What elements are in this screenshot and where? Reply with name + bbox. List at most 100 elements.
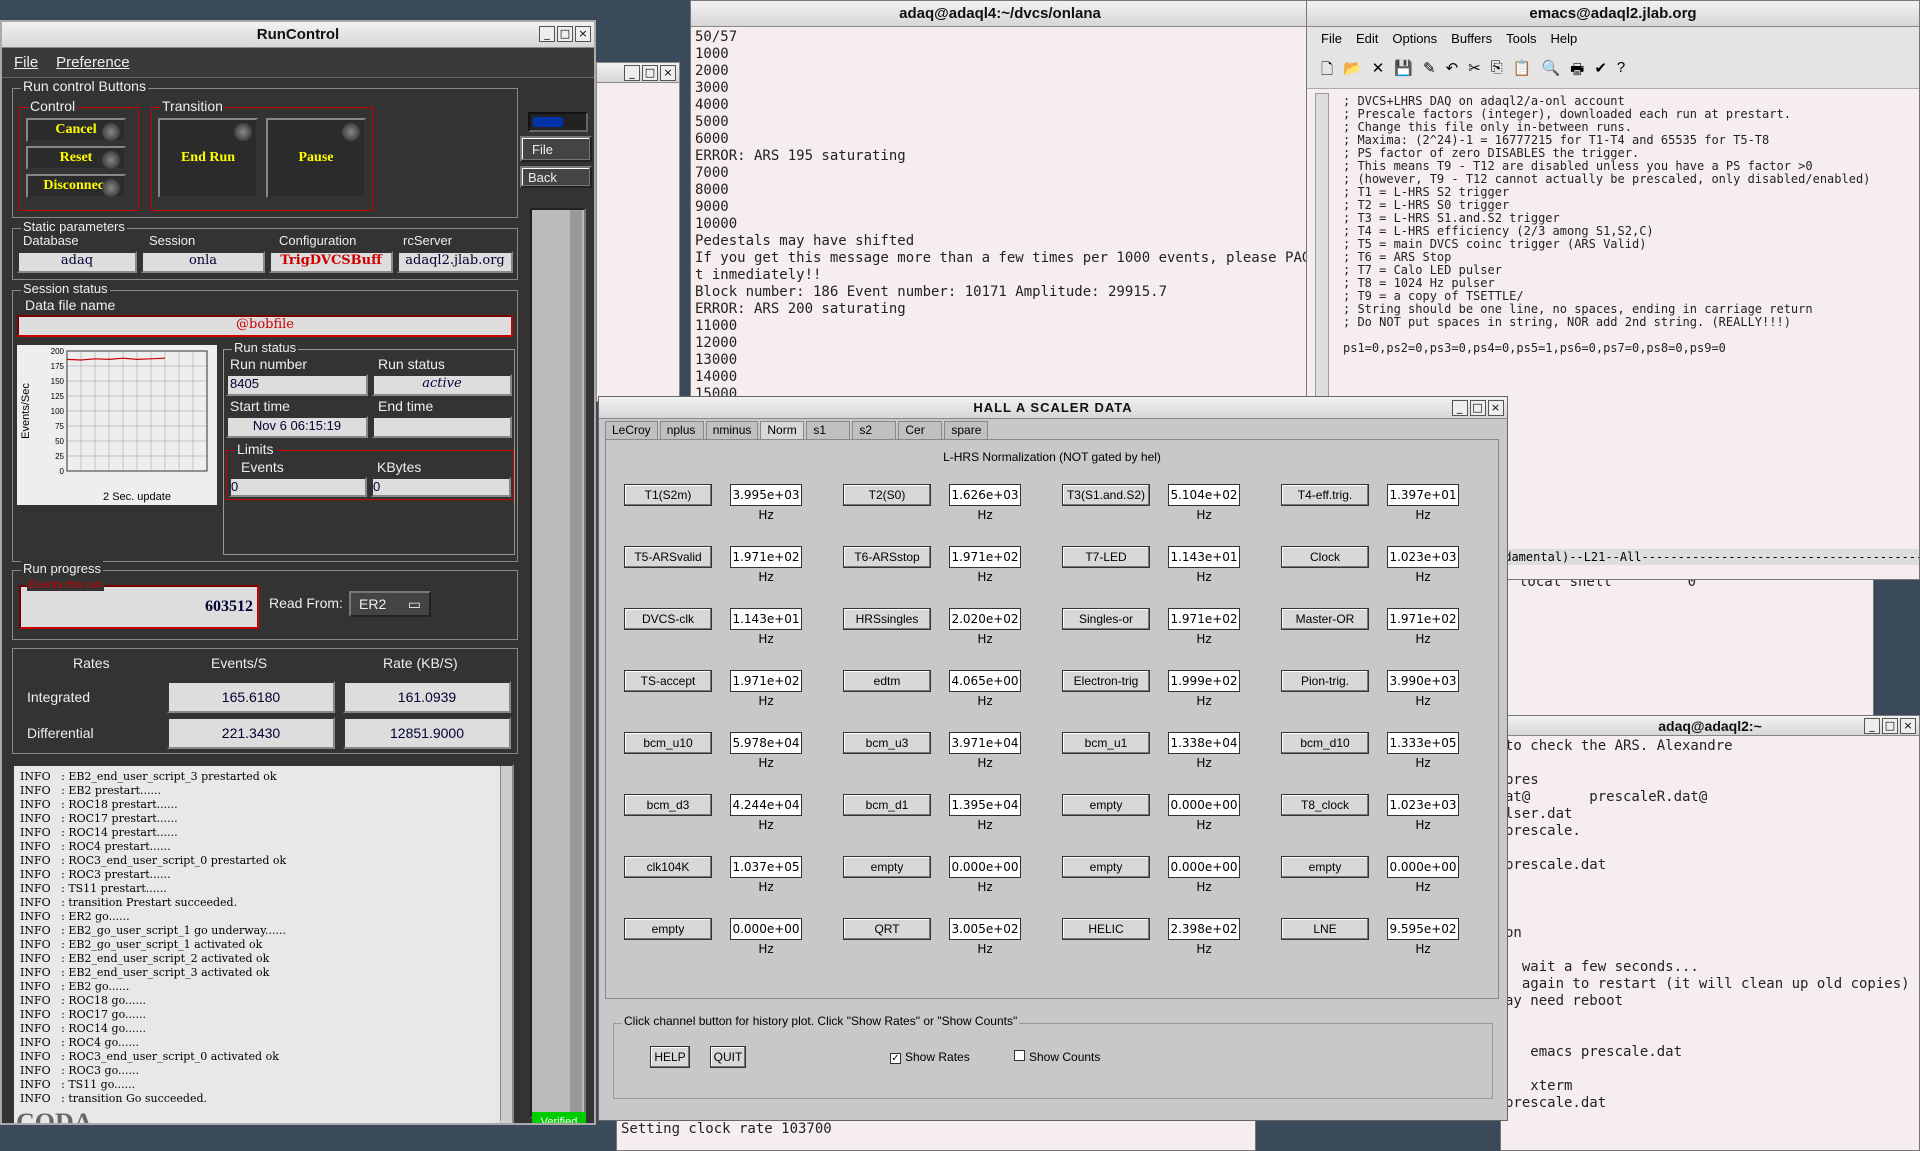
tab-nplus[interactable]: nplus [659,421,704,439]
channel-button[interactable]: empty [1281,856,1369,878]
minimize-icon[interactable]: _ [1452,400,1468,416]
channel-button[interactable]: bcm_u10 [624,732,712,754]
preferences-icon[interactable]: ✔ [1594,59,1607,80]
tab-norm[interactable]: Norm [760,421,805,439]
tab-lecroy[interactable]: LeCroy [605,421,658,439]
terminal-onlana-window[interactable]: adaq@adaql4:~/dvcs/onlana 50/57 1000 2000 3… [690,0,1310,400]
channel-button[interactable]: clk104K [624,856,712,878]
close-icon[interactable]: × [1900,718,1916,734]
maximize-icon[interactable]: □ [1882,718,1898,734]
channel-button[interactable]: bcm_d10 [1281,732,1369,754]
log-scrollbar[interactable] [500,766,512,1123]
emacs-menu-options[interactable]: Options [1392,31,1437,47]
terminal-output[interactable]: 50/57 1000 2000 3000 4000 5000 6000 ERROR: ARS … [691,27,1309,399]
channel-button[interactable]: Electron-trig [1062,670,1150,692]
channel-button[interactable]: QRT [843,918,931,940]
help-button[interactable]: HELP [650,1046,690,1068]
cancel-button[interactable]: Cancel [26,118,126,142]
maximize-icon[interactable]: □ [1470,400,1486,416]
log-line: INFO : transition Prestart succeeded. [20,896,238,909]
channel-button[interactable]: empty [843,856,931,878]
channel-button[interactable]: T7-LED [1062,546,1150,568]
terminal-adaql2-window[interactable]: adaq@adaql2:~ _ □ × to check the ARS. Alexa… [1500,715,1920,1151]
maximize-icon[interactable]: □ [557,26,573,42]
channel-button[interactable]: HRSsingles [843,608,931,630]
kbytes-limit-input[interactable]: 0 [371,477,511,497]
side-scroll-area[interactable] [530,208,586,1118]
channel-button[interactable]: T2(S0) [843,484,931,506]
channel-button[interactable]: empty [1062,794,1150,816]
close-icon[interactable]: ✕ [1372,59,1385,80]
side-file-button[interactable]: File [520,136,592,162]
quit-button[interactable]: QUIT [710,1046,746,1068]
emacs-buffer[interactable]: ; DVCS+LHRS DAQ on adaql2/a-onl account;… [1339,93,1874,357]
close-icon[interactable]: × [575,26,591,42]
channel-button[interactable]: bcm_u3 [843,732,931,754]
emacs-menu-help[interactable]: Help [1550,31,1577,47]
lock-icon[interactable]: ⊓ [494,1116,506,1123]
emacs-menu-tools[interactable]: Tools [1506,31,1536,47]
events-limit-input[interactable]: 0 [229,477,367,497]
read-from-select[interactable]: ER2 ▭ [349,591,431,617]
search-icon[interactable]: 🔍 [1541,59,1560,80]
disconnect-button[interactable]: Disconnect [26,174,126,198]
tab-nminus[interactable]: nminus [705,421,759,439]
close-icon[interactable]: × [1488,400,1504,416]
channel-button[interactable]: LNE [1281,918,1369,940]
channel-button[interactable]: bcm_u1 [1062,732,1150,754]
reset-button[interactable]: Reset [26,146,126,170]
log-panel[interactable]: INFO : EB2_end_user_script_3 prestarted … [12,764,514,1123]
channel-button[interactable]: T4-eff.trig. [1281,484,1369,506]
channel-button[interactable]: Singles-or [1062,608,1150,630]
new-file-icon[interactable]: 🗋 [1321,59,1333,80]
minimize-icon[interactable]: _ [539,26,555,42]
scaler-window[interactable]: HALL A SCALER DATA _ □ × LeCroy nplus nminus N… [598,396,1508,1121]
print-icon[interactable]: 🖶 [1570,59,1584,80]
channel-button[interactable]: Pion-trig. [1281,670,1369,692]
open-icon[interactable]: 📂 [1343,59,1362,80]
channel-button[interactable]: empty [1062,856,1150,878]
terminal-output[interactable]: to check the ARS. Alexandre pres at@ pres… [1501,736,1919,1114]
channel-button[interactable]: Clock [1281,546,1369,568]
channel-button[interactable]: edtm [843,670,931,692]
channel-button[interactable]: Master-OR [1281,608,1369,630]
show-counts-checkbox[interactable]: Show Counts [1014,1050,1100,1064]
channel-button[interactable]: DVCS-clk [624,608,712,630]
tab-s1[interactable]: s1 [806,421,851,439]
channel-button[interactable]: T5-ARSvalid [624,546,712,568]
pause-button[interactable]: Pause [266,118,366,198]
tab-cer[interactable]: Cer [898,421,943,439]
runcontrol-window[interactable]: RunControl _ □ × File Preference Run control… [0,20,596,1125]
channel-button[interactable]: HELIC [1062,918,1150,940]
channel-button[interactable]: T1(S2m) [624,484,712,506]
tab-s2[interactable]: s2 [852,421,897,439]
paste-icon[interactable]: 📋 [1513,59,1532,80]
channel-button[interactable]: T8_clock [1281,794,1369,816]
channel-button[interactable]: T3(S1.and.S2) [1062,484,1150,506]
side-back-button[interactable]: Back [520,166,592,188]
copy-icon[interactable]: ⎘ [1491,59,1503,80]
save-as-icon[interactable]: ✎ [1423,59,1436,80]
bottom-terminal[interactable]: Setting clock rate 103700 [616,1118,1256,1151]
channel-button[interactable]: empty [624,918,712,940]
cut-icon[interactable]: ✂ [1468,59,1481,80]
tab-spare[interactable]: spare [944,421,989,439]
channel-button[interactable]: T6-ARSstop [843,546,931,568]
channel-button[interactable]: bcm_d3 [624,794,712,816]
show-rates-checkbox[interactable]: ✓ Show Rates [890,1050,970,1064]
emacs-menu-edit[interactable]: Edit [1356,31,1378,47]
background-terminal[interactable]: local shell 0 [1494,560,1874,720]
channel-button[interactable]: TS-accept [624,670,712,692]
data-file-value: @bobfile [17,315,513,337]
emacs-menu-file[interactable]: File [1321,31,1342,47]
emacs-menu-buffers[interactable]: Buffers [1451,31,1492,47]
help-icon[interactable]: ? [1617,59,1625,80]
save-icon[interactable]: 💾 [1394,59,1413,80]
menu-preference[interactable]: Preference [56,54,129,71]
undo-icon[interactable]: ↶ [1446,59,1459,80]
minimize-icon[interactable]: _ [1864,718,1880,734]
end-run-button[interactable]: End Run [158,118,258,198]
channel-button[interactable]: bcm_d1 [843,794,931,816]
menu-file[interactable]: File [14,54,38,71]
